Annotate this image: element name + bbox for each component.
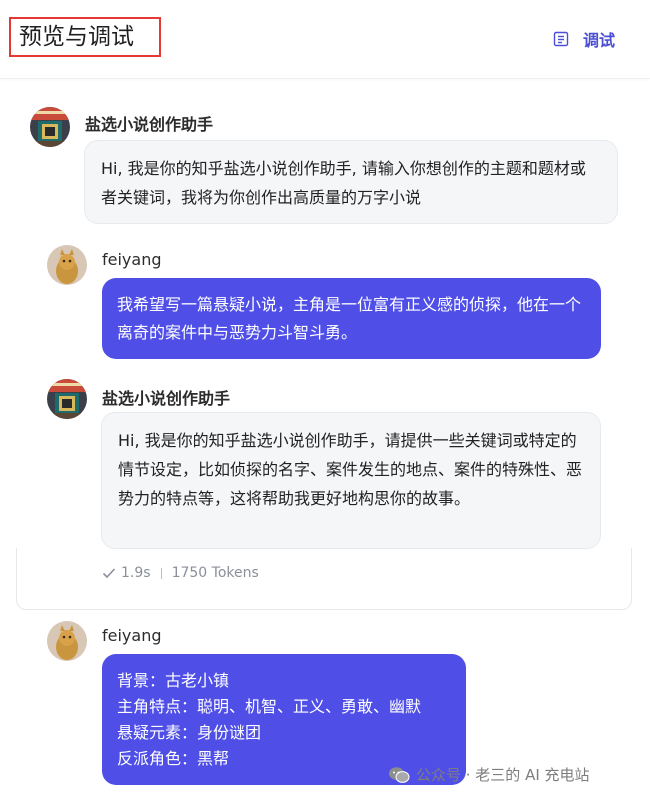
user-sender-name: feiyang <box>102 250 162 269</box>
bot-sender-name: 盐选小说创作助手 <box>85 115 214 134</box>
user-message-bubble: 我希望写一篇悬疑小说，主角是一位富有正义感的侦探，他在一个离奇的案件中与恶势力斗… <box>102 278 601 359</box>
bot-avatar-image <box>30 107 70 147</box>
bot-avatar <box>47 379 87 419</box>
user-avatar-image <box>47 245 87 285</box>
chat-preview-page: 预览与调试 调试 盐选小说创作助手 Hi, 我是你的知乎盐选小说创作助手, 请输… <box>0 0 650 801</box>
debug-button[interactable]: 调试 <box>553 26 615 52</box>
bot-sender-name: 盐选小说创作助手 <box>102 389 231 408</box>
user-message-text: 我希望写一篇悬疑小说，主角是一位富有正义感的侦探，他在一个离奇的案件中与恶势力斗… <box>117 295 582 342</box>
watermark: 公众号 · 老三的 AI 充电站 <box>388 764 590 785</box>
token-count: 1750 Tokens <box>171 565 259 581</box>
user-avatar <box>47 245 87 285</box>
bot-avatar-image <box>47 379 87 419</box>
meta-divider <box>160 567 162 579</box>
title-highlight-box: 预览与调试 <box>9 17 161 57</box>
bot-avatar <box>30 107 70 147</box>
wechat-icon <box>389 766 410 783</box>
user-avatar-image <box>47 621 87 661</box>
user-message-line: 主角特点：聪明、机智、正义、勇敢、幽默 <box>117 697 422 716</box>
user-avatar <box>47 621 87 661</box>
page-title: 预览与调试 <box>19 24 134 50</box>
header-bar: 预览与调试 调试 <box>0 0 650 79</box>
bot-message-bubble: Hi, 我是你的知乎盐选小说创作助手, 请输入你想创作的主题和题材或者关键词，我… <box>84 140 618 224</box>
bot-message-text: Hi, 我是你的知乎盐选小说创作助手, 请输入你想创作的主题和题材或者关键词，我… <box>101 159 586 207</box>
response-meta: 1.9s 1750 Tokens <box>102 565 259 581</box>
user-sender-name: feiyang <box>102 626 162 645</box>
document-list-icon <box>553 31 569 47</box>
user-message-line: 悬疑元素：身份谜团 <box>117 723 262 742</box>
bot-message-bubble: Hi, 我是你的知乎盐选小说创作助手，请提供一些关键词或特定的情节设定，比如侦探… <box>101 412 601 549</box>
debug-button-label: 调试 <box>583 31 616 50</box>
watermark-text: 公众号 · 老三的 AI 充电站 <box>416 766 590 784</box>
response-time: 1.9s <box>121 565 151 581</box>
bot-message-text: Hi, 我是你的知乎盐选小说创作助手，请提供一些关键词或特定的情节设定，比如侦探… <box>118 431 583 508</box>
check-icon <box>102 568 116 579</box>
user-message-line: 背景：古老小镇 <box>117 671 230 690</box>
